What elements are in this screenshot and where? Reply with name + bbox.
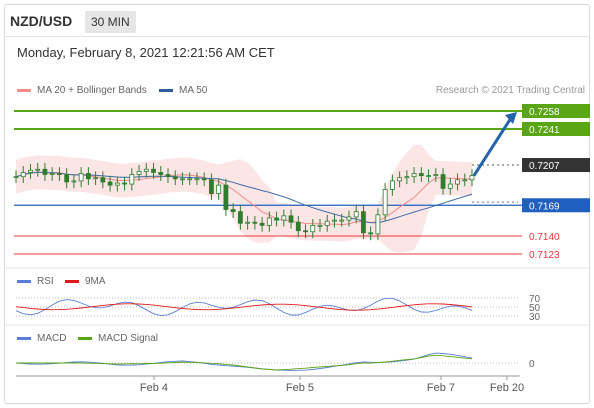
x-axis-label-Feb 5: Feb 5 — [286, 382, 314, 394]
candle-body — [339, 219, 345, 222]
candle-body — [151, 168, 156, 173]
candle-body — [223, 184, 229, 210]
candle-body — [57, 173, 62, 175]
candle-body — [187, 178, 193, 181]
level-label-0.7241: 0.7241 — [529, 125, 560, 136]
candle-body — [85, 173, 91, 180]
candle-body — [259, 222, 265, 226]
candle-body — [35, 168, 41, 171]
candle-body — [201, 178, 207, 181]
candle-body — [78, 173, 84, 182]
candle-body — [122, 182, 127, 185]
x-axis-label-Feb 20: Feb 20 — [490, 382, 524, 394]
level-label-0.7169: 0.7169 — [529, 201, 560, 212]
candle-body — [447, 183, 453, 189]
level-label-0.7123: 0.7123 — [529, 250, 560, 261]
x-axis-label-Feb 7: Feb 7 — [427, 382, 455, 394]
macd-tick-0: 0 — [529, 359, 535, 370]
candle-body — [129, 174, 135, 185]
candle-body — [194, 178, 200, 181]
candle-body — [93, 177, 99, 180]
candle-body — [382, 188, 388, 216]
candle-body — [411, 173, 417, 178]
candle-body — [230, 209, 236, 213]
rsi-tick-30: 30 — [529, 312, 541, 323]
candle-body — [266, 217, 272, 226]
candle-body — [252, 221, 258, 224]
candle-body — [100, 177, 106, 183]
candle-body — [361, 211, 366, 234]
candle-body — [310, 224, 316, 233]
candle-body — [303, 230, 308, 233]
candle-body — [165, 174, 171, 178]
candle-body — [389, 180, 395, 190]
level-label-0.7258: 0.7258 — [529, 107, 560, 118]
candle-body — [346, 216, 352, 221]
price-chart-svg: 0.72580.72410.72070.71690.71400.71237050… — [4, 104, 590, 394]
candle-body — [368, 232, 374, 235]
candle-body — [295, 221, 301, 232]
candle-body — [180, 178, 185, 181]
x-axis-label-Feb 4: Feb 4 — [140, 382, 168, 394]
level-label-0.7140: 0.7140 — [529, 232, 560, 243]
candle-body — [375, 214, 381, 235]
candle-body — [404, 176, 410, 179]
candle-body — [281, 215, 287, 221]
candle-body — [28, 169, 33, 173]
candle-body — [418, 173, 424, 177]
candle-body — [143, 168, 149, 172]
candle-body — [216, 184, 222, 195]
candle-body — [469, 175, 475, 181]
candle-body — [324, 220, 330, 226]
candle-body — [237, 211, 243, 224]
candle-body — [107, 181, 113, 186]
candle-body — [462, 179, 468, 182]
candle-body — [353, 211, 359, 218]
candle-body — [426, 175, 431, 178]
candle-body — [64, 174, 70, 183]
candle-body — [114, 182, 120, 186]
candle-body — [332, 219, 337, 222]
candle-body — [245, 221, 251, 224]
candle-body — [433, 174, 439, 177]
candle-body — [71, 180, 77, 183]
forecast-arrow-line — [472, 117, 513, 177]
candle-body — [158, 172, 164, 175]
candle-body — [20, 172, 26, 178]
macd-line — [15, 352, 473, 371]
candle-body — [209, 179, 214, 195]
candle-body — [440, 174, 446, 189]
candle-body — [49, 173, 55, 175]
level-label-0.7207: 0.7207 — [529, 161, 560, 172]
candle-body — [288, 215, 294, 223]
candle-body — [42, 168, 48, 175]
candle-body — [317, 224, 323, 227]
candle-body — [274, 217, 279, 221]
candle-body — [397, 177, 403, 182]
candle-body — [172, 176, 178, 180]
candle-body — [136, 170, 142, 175]
candle-body — [455, 179, 460, 185]
candle-body — [13, 176, 19, 179]
